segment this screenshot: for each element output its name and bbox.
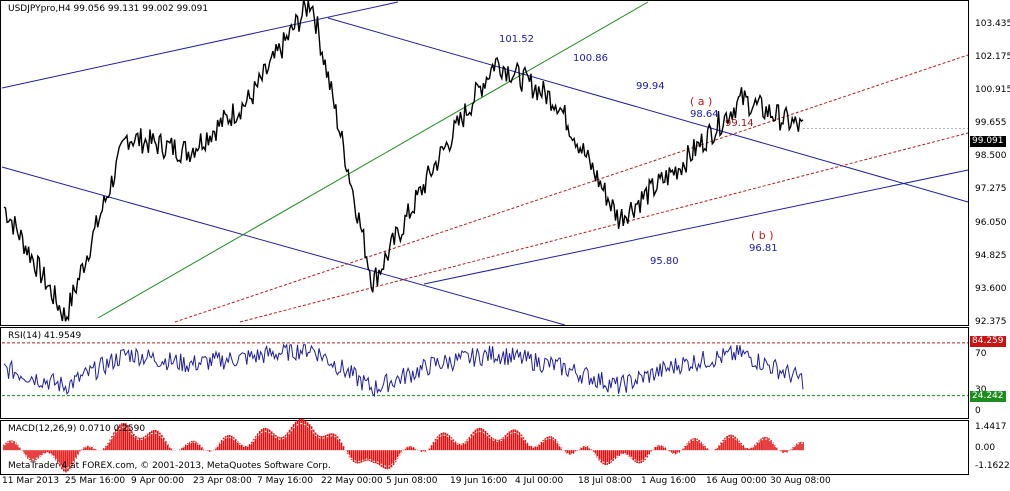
price-tick-label: 103.435 xyxy=(975,19,1010,29)
rsi-tick-label: 0 xyxy=(975,406,981,416)
downtrend-line xyxy=(327,17,969,203)
price-header: USDJPYpro,H4 99.056 99.131 99.002 99.091 xyxy=(8,4,209,14)
time-tick-label: 25 Mar 16:00 xyxy=(65,476,126,486)
price-tick-label: 100.915 xyxy=(975,85,1010,95)
dotted-trend-line-upper xyxy=(174,54,969,323)
rsi-header: RSI(14) 41.9549 xyxy=(8,331,82,341)
chart-canvas xyxy=(1,0,969,473)
copyright-text: MetaTrader 4 at FOREX.com, © 2001-2013, … xyxy=(8,461,331,471)
time-tick-label: 22 May 00:00 xyxy=(321,476,383,486)
annotation-label: 98.64 xyxy=(690,109,719,120)
annotation-label: 95.80 xyxy=(650,256,679,267)
time-tick-label: 1 Aug 16:00 xyxy=(641,476,696,486)
current-price-tag: 99.091 xyxy=(970,136,1006,147)
price-tick-label: 94.825 xyxy=(975,251,1007,261)
rsi-upper-level-tag: 84.259 xyxy=(970,336,1006,347)
price-tick-label: 97.275 xyxy=(975,184,1007,194)
annotation-label: 96.81 xyxy=(749,243,778,254)
price-line xyxy=(3,0,804,322)
price-tick-label: 102.175 xyxy=(975,52,1010,62)
uptrend-line xyxy=(423,169,969,285)
time-tick-label: 16 Aug 00:00 xyxy=(706,476,767,486)
channel-upper-line xyxy=(1,1,399,89)
time-tick-label: 11 Mar 2013 xyxy=(2,476,60,486)
time-tick-label: 4 Jul 00:00 xyxy=(515,476,564,486)
time-tick-label: 7 May 16:00 xyxy=(257,476,313,486)
annotation-label: 99.14 xyxy=(725,118,754,129)
dotted-trend-line-lower xyxy=(239,132,969,323)
price-tick-label: 96.050 xyxy=(975,218,1007,228)
macd-tick-label: -1.1622 xyxy=(975,461,1010,471)
macd-tick-label: 0.00 xyxy=(975,443,996,453)
macd-tick-label: 1.4417 xyxy=(975,422,1007,432)
time-tick-label: 5 Jun 08:00 xyxy=(386,476,438,486)
channel-lower-line xyxy=(1,166,566,326)
wave-b-label: ( b ) xyxy=(751,229,774,242)
price-tick-label: 93.600 xyxy=(975,284,1007,294)
wave-a-label: ( a ) xyxy=(690,95,713,108)
annotation-label: 100.86 xyxy=(573,53,608,64)
time-tick-label: 18 Jul 08:00 xyxy=(578,476,632,486)
price-tick-label: 98.500 xyxy=(975,151,1007,161)
price-tick-label: 99.655 xyxy=(975,118,1007,128)
time-tick-label: 9 Apr 00:00 xyxy=(131,476,184,486)
time-tick-label: 19 Jun 16:00 xyxy=(450,476,508,486)
rsi-line xyxy=(3,343,804,398)
annotation-label: 99.94 xyxy=(636,81,665,92)
time-tick-label: 23 Apr 08:00 xyxy=(193,476,252,486)
time-tick-label: 30 Aug 08:00 xyxy=(770,476,831,486)
macd-header: MACD(12,26,9) 0.0710 0.2590 xyxy=(8,424,146,434)
rsi-tick-label: 70 xyxy=(975,349,987,359)
price-tick-label: 92.375 xyxy=(975,317,1007,327)
rsi-lower-level-tag: 24.242 xyxy=(970,391,1006,402)
annotation-label: 101.52 xyxy=(499,34,534,45)
